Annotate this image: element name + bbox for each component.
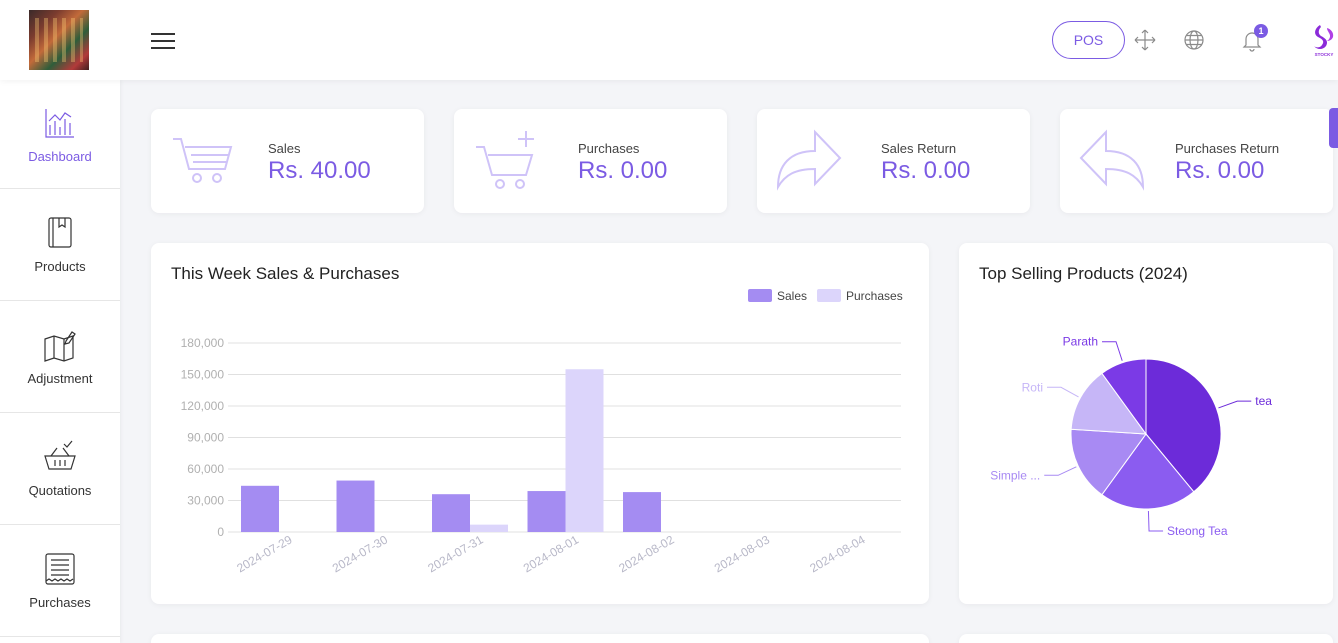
bar-sales[interactable]	[241, 485, 279, 532]
x-tick-label: 2024-08-03	[712, 532, 772, 575]
y-tick-label: 120,000	[181, 399, 225, 413]
stat-card-purchases-return[interactable]: Purchases Return Rs. 0.00	[1060, 109, 1333, 213]
sidebar-item-label: Products	[34, 259, 86, 274]
stat-label: Sales Return	[881, 141, 957, 156]
stat-value: Rs. 0.00	[1175, 157, 1265, 184]
y-tick-label: 150,000	[181, 368, 225, 382]
bar-sales[interactable]	[527, 491, 566, 532]
pos-button[interactable]: POS	[1052, 21, 1125, 59]
globe-icon[interactable]	[1182, 28, 1206, 52]
cart-plus-icon	[476, 131, 534, 189]
pie-label: tea	[1255, 394, 1272, 408]
fullscreen-icon[interactable]	[1133, 28, 1157, 52]
y-tick-label: 0	[217, 525, 224, 539]
y-tick-label: 60,000	[187, 462, 224, 476]
notification-badge: 1	[1254, 24, 1268, 38]
stat-card-purchases[interactable]: Purchases Rs. 0.00	[454, 109, 727, 213]
pie-label: Parath	[1063, 335, 1098, 349]
stat-label: Purchases Return	[1175, 141, 1280, 156]
y-tick-label: 180,000	[181, 336, 225, 350]
brand-text: STOCKY	[1315, 52, 1334, 57]
stat-card-sales[interactable]: Sales Rs. 40.00	[151, 109, 424, 213]
stat-label: Purchases	[578, 141, 640, 156]
cart-icon	[173, 138, 233, 183]
sidebar-item-label: Adjustment	[27, 371, 93, 386]
sidebar-item-label: Quotations	[28, 483, 92, 498]
stat-card-sales-return[interactable]: Sales Return Rs. 0.00	[757, 109, 1030, 213]
sidebar: Dashboard Products Adjustment Quotations…	[0, 80, 120, 643]
sidebar-item-products[interactable]: Products	[0, 189, 120, 301]
sidebar-item-quotations[interactable]: Quotations	[0, 413, 120, 525]
x-tick-label: 2024-08-02	[616, 532, 676, 575]
x-tick-label: 2024-07-29	[234, 532, 294, 575]
settings-drawer-tab[interactable]	[1329, 108, 1338, 148]
chart-icon	[45, 108, 74, 138]
sidebar-item-purchases[interactable]: Purchases	[0, 525, 120, 637]
stat-label: Sales	[268, 141, 301, 156]
bar-sales[interactable]	[623, 492, 661, 532]
stat-value: Rs. 0.00	[881, 157, 971, 184]
x-tick-label: 2024-08-04	[807, 532, 867, 575]
y-tick-label: 90,000	[187, 431, 224, 445]
hamburger-menu-icon[interactable]	[151, 31, 177, 49]
weekly-chart-panel: This Week Sales & Purchases Sales Purcha…	[151, 243, 929, 604]
x-tick-label: 2024-07-30	[330, 532, 390, 575]
bar-sales[interactable]	[432, 494, 470, 532]
pie-chart: tea Steong Tea Simple ... Roti Parath	[990, 335, 1272, 538]
bar-purchases[interactable]	[470, 524, 508, 532]
pie-label: Roti	[1022, 380, 1043, 394]
pie-leader-line	[1102, 341, 1123, 361]
bar-chart: Sales Purchases 0 30,000 60,000 90,000 120,0…	[181, 289, 903, 575]
bar-purchases[interactable]	[565, 369, 604, 532]
bottom-panel-left	[151, 634, 929, 643]
stat-value: Rs. 0.00	[578, 157, 668, 184]
receipt-icon	[45, 553, 75, 585]
legend-label-sales[interactable]: Sales	[777, 289, 807, 303]
forward-arrow-icon	[776, 129, 842, 191]
x-tick-label: 2024-08-01	[521, 532, 581, 575]
basket-check-icon	[44, 440, 76, 470]
top-bar: POS 1 STOCKY	[0, 0, 1338, 80]
pie-leader-line	[1044, 466, 1077, 476]
back-arrow-icon	[1079, 129, 1145, 191]
sidebar-item-label: Dashboard	[28, 148, 92, 164]
y-tick-label: 30,000	[187, 494, 224, 508]
sidebar-item-adjustment[interactable]: Adjustment	[0, 301, 120, 413]
pie-leader-line	[1046, 386, 1079, 398]
pie-label: Steong Tea	[1167, 524, 1228, 538]
top-products-panel: Top Selling Products (2024) tea Steong Te…	[959, 243, 1333, 604]
bottom-panel-right	[959, 634, 1333, 643]
legend-swatch-purchases[interactable]	[817, 289, 841, 302]
bar-sales[interactable]	[336, 480, 375, 532]
book-icon	[48, 217, 72, 248]
store-logo[interactable]	[29, 10, 89, 70]
pie-leader-line	[1147, 510, 1164, 532]
sidebar-item-dashboard[interactable]: Dashboard	[0, 80, 120, 189]
legend-swatch-sales[interactable]	[748, 289, 772, 302]
x-tick-label: 2024-07-31	[425, 532, 485, 575]
pie-label: Simple ...	[990, 468, 1040, 482]
sidebar-item-label: Purchases	[29, 595, 91, 610]
stat-value: Rs. 40.00	[268, 157, 371, 184]
pie-leader-line	[1218, 400, 1252, 409]
legend-label-purchases[interactable]: Purchases	[846, 289, 903, 303]
map-edit-icon	[44, 331, 76, 362]
stocky-brand-logo[interactable]: STOCKY	[1310, 22, 1338, 58]
